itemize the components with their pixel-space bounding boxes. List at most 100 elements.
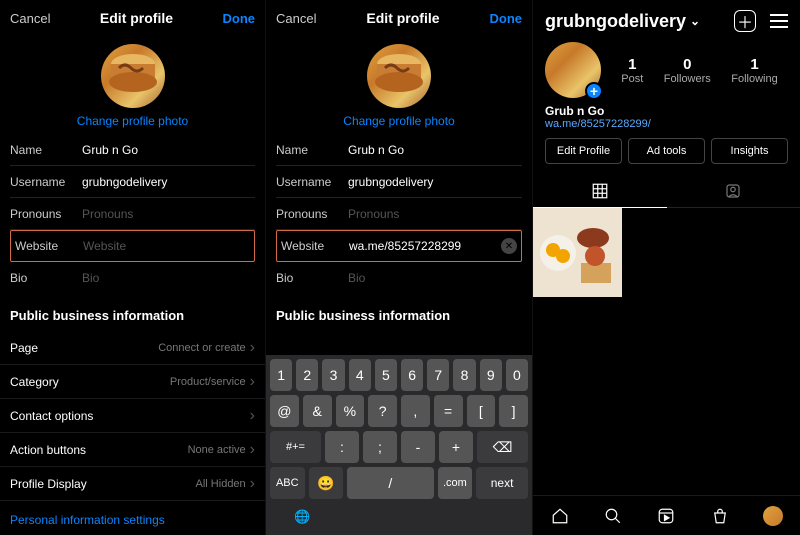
key-5[interactable]: 5: [375, 359, 397, 391]
insights-button[interactable]: Insights: [711, 138, 788, 164]
pronouns-placeholder[interactable]: Pronouns: [82, 207, 255, 221]
website-value[interactable]: wa.me/85257228299: [349, 239, 501, 253]
username-value[interactable]: grubngodelivery: [82, 175, 255, 189]
profile-header: grubngodelivery ⌄ ＋: [533, 0, 800, 40]
edit-profile-button[interactable]: Edit Profile: [545, 138, 622, 164]
keyboard-row-4: ABC 😀 / .com next: [270, 467, 528, 499]
avatar-block[interactable]: Change profile photo: [266, 36, 532, 134]
globe-icon[interactable]: 🌐: [294, 509, 310, 525]
search-icon[interactable]: [602, 505, 624, 527]
key-0[interactable]: 0: [506, 359, 528, 391]
profile-nav-avatar[interactable]: [762, 505, 784, 527]
key-next[interactable]: next: [476, 467, 528, 499]
name-row[interactable]: Name Grub n Go: [10, 134, 255, 166]
key-9[interactable]: 9: [480, 359, 502, 391]
posts-stat[interactable]: 1 Post: [621, 56, 643, 85]
key-6[interactable]: 6: [401, 359, 423, 391]
page-row[interactable]: Page Connect or create›: [0, 331, 265, 365]
key-lbrack[interactable]: [: [467, 395, 496, 427]
shop-icon[interactable]: [709, 505, 731, 527]
key-1[interactable]: 1: [270, 359, 292, 391]
website-label: Website: [277, 239, 349, 253]
ad-tools-button[interactable]: Ad tools: [628, 138, 705, 164]
key-eq[interactable]: =: [434, 395, 463, 427]
personal-info-link[interactable]: Personal information settings: [0, 501, 265, 535]
key-semi[interactable]: ;: [363, 431, 397, 463]
profile-strip: + 1 Post 0 Followers 1 Following: [533, 40, 800, 104]
key-emoji[interactable]: 😀: [309, 467, 344, 499]
key-abc[interactable]: ABC: [270, 467, 305, 499]
key-at[interactable]: @: [270, 395, 299, 427]
key-plus[interactable]: +: [439, 431, 473, 463]
username-row[interactable]: Username grubngodelivery: [10, 166, 255, 198]
ios-keyboard[interactable]: 1 2 3 4 5 6 7 8 9 0 @ & % ? , = [ ] #+= …: [266, 355, 532, 535]
home-icon[interactable]: [549, 505, 571, 527]
contact-options-row[interactable]: Contact options ›: [0, 399, 265, 433]
key-q[interactable]: ?: [368, 395, 397, 427]
name-value[interactable]: Grub n Go: [82, 143, 255, 157]
done-button[interactable]: Done: [223, 11, 256, 26]
cancel-button[interactable]: Cancel: [10, 11, 50, 26]
following-stat[interactable]: 1 Following: [731, 56, 777, 85]
username-row[interactable]: Username grubngodelivery: [276, 166, 522, 198]
reels-icon[interactable]: [655, 505, 677, 527]
tagged-icon: [724, 182, 742, 200]
clear-input-icon[interactable]: ✕: [501, 238, 517, 254]
create-post-button[interactable]: ＋: [734, 10, 756, 32]
key-minus[interactable]: -: [401, 431, 435, 463]
bio-placeholder[interactable]: Bio: [348, 271, 522, 285]
bio-row[interactable]: Bio Bio: [10, 262, 255, 294]
profile-bio: Grub n Go wa.me/85257228299/: [533, 104, 800, 138]
post-thumbnail[interactable]: [533, 208, 622, 297]
add-story-badge[interactable]: +: [585, 82, 603, 100]
username-selector[interactable]: grubngodelivery ⌄: [545, 11, 700, 32]
pronouns-row[interactable]: Pronouns Pronouns: [10, 198, 255, 230]
tagged-tab[interactable]: [667, 174, 800, 208]
name-value[interactable]: Grub n Go: [348, 143, 522, 157]
website-row[interactable]: Website Website: [10, 230, 255, 262]
change-photo-link[interactable]: Change profile photo: [266, 114, 532, 128]
name-row[interactable]: Name Grub n Go: [276, 134, 522, 166]
bio-row[interactable]: Bio Bio: [276, 262, 522, 294]
key-3[interactable]: 3: [322, 359, 344, 391]
key-4[interactable]: 4: [349, 359, 371, 391]
profile-avatar[interactable]: [101, 44, 165, 108]
profile-display-row[interactable]: Profile Display All Hidden›: [0, 467, 265, 501]
pronouns-placeholder[interactable]: Pronouns: [348, 207, 522, 221]
key-backspace[interactable]: ⌫: [477, 431, 528, 463]
bio-placeholder[interactable]: Bio: [82, 271, 255, 285]
key-7[interactable]: 7: [427, 359, 449, 391]
category-row[interactable]: Category Product/service›: [0, 365, 265, 399]
followers-stat[interactable]: 0 Followers: [664, 56, 711, 85]
username-value[interactable]: grubngodelivery: [348, 175, 522, 189]
key-comma[interactable]: ,: [401, 395, 430, 427]
posts-grid: [533, 208, 800, 297]
avatar-block[interactable]: Change profile photo: [0, 36, 265, 134]
name-label: Name: [10, 143, 82, 157]
grid-tab[interactable]: [533, 174, 667, 208]
key-slash[interactable]: /: [347, 467, 433, 499]
cancel-button[interactable]: Cancel: [276, 11, 316, 26]
key-2[interactable]: 2: [296, 359, 318, 391]
menu-icon[interactable]: [770, 14, 788, 28]
key-colon[interactable]: :: [325, 431, 359, 463]
done-button[interactable]: Done: [490, 11, 523, 26]
action-buttons-row[interactable]: Action buttons None active›: [0, 433, 265, 467]
website-row[interactable]: Website wa.me/85257228299 ✕: [276, 230, 522, 262]
profile-avatar[interactable]: +: [545, 42, 601, 98]
bio-link[interactable]: wa.me/85257228299/: [545, 118, 788, 130]
edit-profile-screen-filled: Cancel Edit profile Done Change profile …: [266, 0, 533, 535]
key-amp[interactable]: &: [303, 395, 332, 427]
screen-title: Edit profile: [100, 10, 173, 26]
key-shift[interactable]: #+=: [270, 431, 321, 463]
keyboard-row-3: #+= : ; - + ⌫: [270, 431, 528, 463]
page-value: Connect or create: [158, 342, 245, 354]
key-8[interactable]: 8: [453, 359, 475, 391]
website-placeholder[interactable]: Website: [83, 239, 250, 253]
profile-avatar[interactable]: [367, 44, 431, 108]
key-pct[interactable]: %: [336, 395, 365, 427]
change-photo-link[interactable]: Change profile photo: [0, 114, 265, 128]
key-dotcom[interactable]: .com: [438, 467, 473, 499]
key-rbrack[interactable]: ]: [499, 395, 528, 427]
pronouns-row[interactable]: Pronouns Pronouns: [276, 198, 522, 230]
